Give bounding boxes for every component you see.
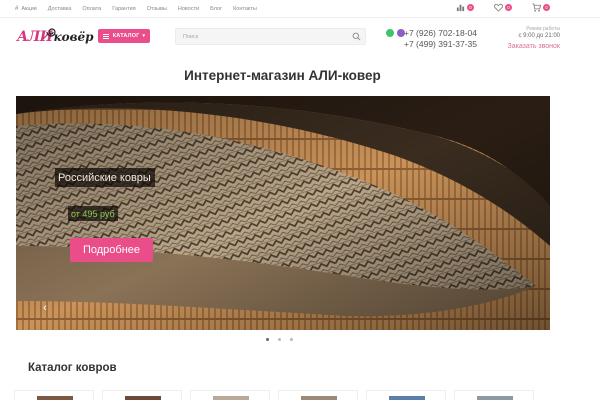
top-link-warranty[interactable]: Гарантия xyxy=(112,6,135,12)
logo-text-kover: ковёр xyxy=(53,30,94,44)
catalog-card-image xyxy=(125,396,161,400)
catalog-card[interactable] xyxy=(102,390,182,400)
arrow-right-icon[interactable]: › xyxy=(547,303,550,313)
catalog-card[interactable] xyxy=(278,390,358,400)
search-icon[interactable] xyxy=(352,32,361,41)
catalog-title: Каталог ковров xyxy=(28,362,117,374)
menu-icon xyxy=(102,33,109,39)
catalog-card-image xyxy=(213,396,249,400)
catalog-card[interactable] xyxy=(366,390,446,400)
user-icons: 0 0 0 xyxy=(436,3,550,12)
heart-icon xyxy=(494,3,503,12)
top-link-contacts[interactable]: Контакты xyxy=(233,6,257,12)
top-link-blog[interactable]: Блог xyxy=(210,6,222,12)
top-link-reviews[interactable]: Отзывы xyxy=(147,6,167,12)
catalog-card-image xyxy=(301,396,337,400)
slider-dot[interactable] xyxy=(290,338,293,341)
top-navigation: # Акции Доставка Оплата Гарантия Отзывы Н… xyxy=(0,0,600,18)
chevron-down-icon: ▾ xyxy=(142,33,146,39)
top-link-label: Акции xyxy=(21,5,37,12)
callback-link[interactable]: Заказать звонок xyxy=(490,43,560,50)
favorites-count-badge: 0 xyxy=(505,4,512,11)
page-title: Интернет-магазин АЛИ-ковер xyxy=(184,68,381,83)
catalog-card-image xyxy=(37,396,73,400)
whatsapp-icon[interactable] xyxy=(386,29,394,37)
favorites-button[interactable]: 0 xyxy=(494,3,512,12)
search-box xyxy=(175,28,366,45)
compare-count-badge: 0 xyxy=(467,4,474,11)
compare-button[interactable]: 0 xyxy=(456,3,474,12)
catalog-card[interactable] xyxy=(190,390,270,400)
header: АЛИ ковёр КАТАЛОГ ▾ +7 (926) 702-18-04 +… xyxy=(0,18,600,58)
top-link-promo[interactable]: # Акции xyxy=(15,6,37,12)
phone-secondary[interactable]: +7 (499) 391-37-35 xyxy=(404,39,477,49)
work-hours: Режим работы с 9:00 до 21:00 Заказать зв… xyxy=(490,26,560,50)
search-input[interactable] xyxy=(176,29,346,44)
top-link-delivery[interactable]: Доставка xyxy=(48,6,72,12)
contacts: +7 (926) 702-18-04 +7 (499) 391-37-35 xyxy=(386,28,481,58)
promo-icon: # xyxy=(15,5,19,12)
cart-button[interactable]: 0 xyxy=(532,3,550,12)
page: # Акции Доставка Оплата Гарантия Отзывы Н… xyxy=(0,0,600,400)
catalog-button-label: КАТАЛОГ xyxy=(112,33,140,39)
work-hours-label: Режим работы xyxy=(526,26,560,32)
catalog-card[interactable] xyxy=(454,390,534,400)
slide-caption: Российские ковры xyxy=(55,168,155,187)
logo-swirl-icon xyxy=(46,28,56,37)
catalog-cards xyxy=(14,390,559,400)
top-link-news[interactable]: Новости xyxy=(178,6,199,12)
logo[interactable]: АЛИ ковёр xyxy=(17,28,94,46)
slide-more-button[interactable]: Подробнее xyxy=(70,238,153,262)
top-link-payment[interactable]: Оплата xyxy=(82,6,101,12)
compare-icon xyxy=(456,4,465,12)
arrow-left-icon[interactable]: ‹ xyxy=(40,302,50,314)
slider-dots xyxy=(266,338,302,341)
cart-icon xyxy=(532,3,541,12)
slider-dot[interactable] xyxy=(278,338,281,341)
cart-count-badge: 0 xyxy=(543,4,550,11)
top-links: # Акции Доставка Оплата Гарантия Отзывы Н… xyxy=(15,6,268,12)
work-hours-value: с 9:00 до 21:00 xyxy=(518,33,560,39)
catalog-card-image xyxy=(389,396,425,400)
catalog-card-image xyxy=(477,396,513,400)
slider-dot[interactable] xyxy=(266,338,269,341)
phone-primary[interactable]: +7 (926) 702-18-04 xyxy=(404,28,477,38)
slide-price: от 495 руб xyxy=(68,206,118,221)
catalog-button[interactable]: КАТАЛОГ ▾ xyxy=(98,29,150,43)
catalog-card[interactable] xyxy=(14,390,94,400)
